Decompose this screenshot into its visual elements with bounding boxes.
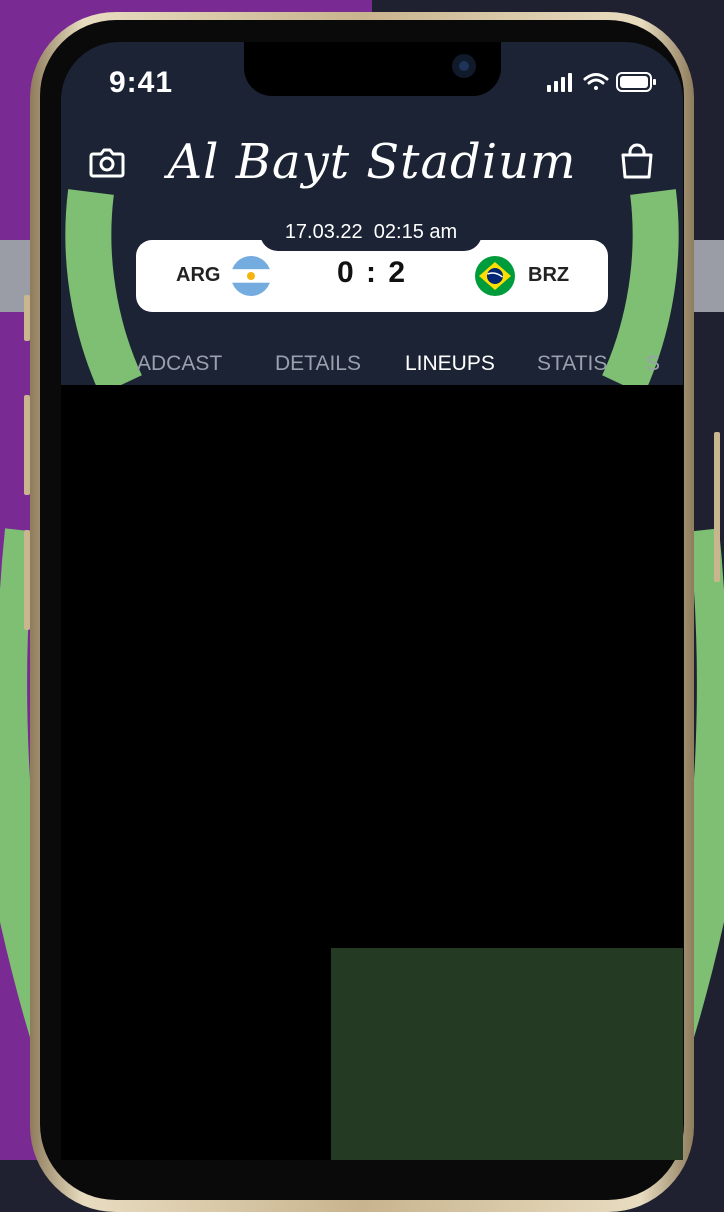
phone-volume-up — [24, 395, 30, 495]
match-date: 17.03.22 — [284, 221, 363, 243]
tab-statistics[interactable]: STATIS — [537, 352, 607, 376]
stadium-title: Al Bayt Stadium — [167, 134, 577, 190]
shopping-bag-icon[interactable] — [617, 142, 657, 182]
pitch-field — [331, 948, 683, 1160]
away-team-code: BRZ — [528, 264, 570, 286]
tab-broadcast[interactable]: ADCAST — [137, 352, 222, 376]
phone-screen: 9:41 Al Bayt Stadium 17.03.22 02:15 am A… — [61, 42, 683, 1160]
phone-notch — [244, 42, 501, 96]
phone-power-button — [714, 432, 720, 582]
tab-details[interactable]: DETAILS — [275, 352, 361, 376]
status-icons — [547, 72, 656, 92]
front-camera — [452, 54, 476, 78]
match-score: 0 : 2 — [336, 256, 408, 289]
battery-icon — [616, 72, 656, 92]
match-tabs: ADCAST DETAILS LINEUPS STATIS S — [61, 346, 683, 385]
match-header: 9:41 Al Bayt Stadium 17.03.22 02:15 am A… — [61, 42, 683, 385]
brazil-flag-icon — [475, 256, 515, 296]
status-time: 9:41 — [109, 66, 174, 99]
signal-icon — [547, 73, 572, 92]
tab-lineups[interactable]: LINEUPS — [405, 352, 495, 376]
match-datetime: 17.03.22 02:15 am — [260, 213, 482, 251]
camera-icon[interactable] — [87, 142, 127, 182]
phone-mute-switch — [24, 295, 30, 341]
match-time: 02:15 am — [373, 221, 458, 243]
phone-volume-down — [24, 530, 30, 630]
argentina-flag-icon — [231, 256, 271, 296]
home-team-code: ARG — [176, 264, 221, 286]
tab-statistics-end: S — [646, 352, 661, 375]
lineups-content — [61, 385, 683, 1160]
wifi-icon — [583, 73, 609, 90]
